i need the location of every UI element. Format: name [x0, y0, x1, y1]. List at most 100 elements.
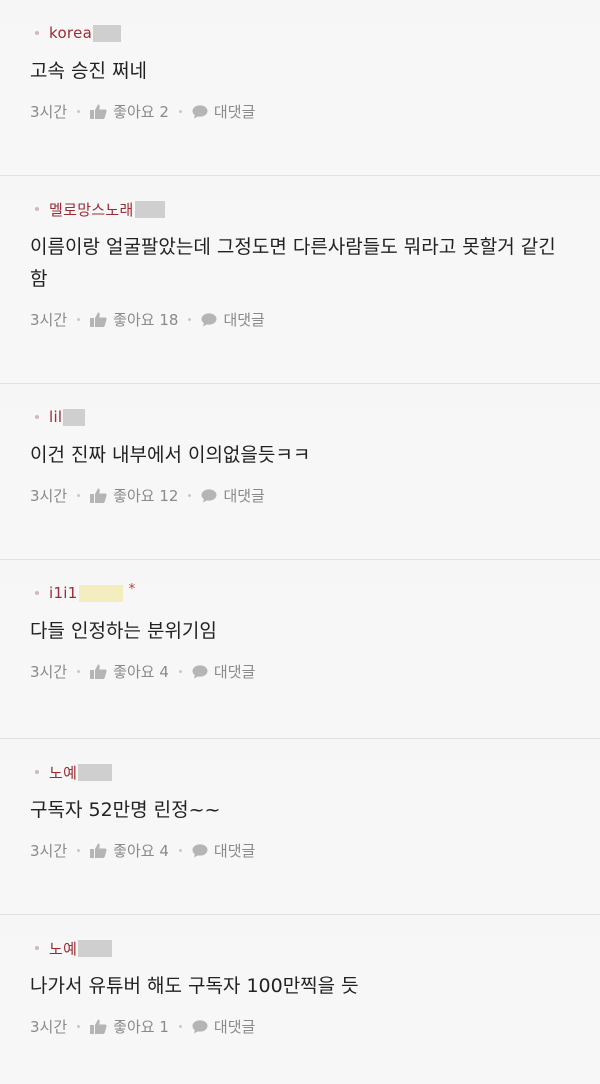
- speech-bubble-icon: [201, 488, 217, 503]
- speech-bubble-icon: [192, 1019, 208, 1034]
- redaction-mask: [134, 200, 165, 218]
- comment-body: 이건 진짜 내부에서 이의없을듯ㅋㅋ: [30, 444, 311, 466]
- comment-author[interactable]: 노예: [49, 938, 77, 959]
- comment-author-row: i1i1 *: [30, 581, 600, 603]
- thumbs-up-icon: [90, 488, 107, 503]
- reply-label: 대댓글: [213, 1018, 256, 1036]
- meta-separator: [178, 110, 182, 113]
- comment-meta: 3시간 좋아요 12 대댓글: [30, 485, 600, 506]
- like-count: 18: [159, 310, 179, 329]
- like-button[interactable]: 좋아요 4: [90, 661, 169, 682]
- like-count: 12: [159, 486, 179, 505]
- meta-separator: [178, 1025, 182, 1028]
- reply-button[interactable]: 대댓글: [192, 840, 255, 861]
- like-button[interactable]: 좋아요 2: [90, 101, 169, 122]
- meta-separator: [77, 849, 81, 852]
- reply-button[interactable]: 대댓글: [201, 309, 265, 330]
- reply-label: 대댓글: [213, 842, 256, 860]
- thumbs-up-icon: [90, 1019, 107, 1034]
- meta-separator: [77, 110, 81, 113]
- comment-author[interactable]: 노예: [49, 762, 77, 783]
- comment-author[interactable]: korea: [49, 24, 92, 42]
- like-label: 좋아요: [113, 487, 155, 505]
- comment-meta: 3시간 좋아요 18 대댓글: [30, 309, 600, 330]
- comment-body: 다들 인정하는 분위기임: [30, 620, 217, 642]
- meta-separator: [188, 318, 192, 321]
- meta-separator: [77, 494, 81, 497]
- comment-author-row: lil: [30, 407, 600, 427]
- comment-author-row: korea: [30, 23, 600, 43]
- comment-body: 나가서 유튜버 해도 구독자 100만찍을 듯: [30, 975, 359, 997]
- comment-item: lil 이건 진짜 내부에서 이의없을듯ㅋㅋ 3시간 좋아요 12 대댓글: [0, 407, 600, 560]
- redaction-mask: [93, 24, 122, 42]
- comment-item: 노예 나가서 유튜버 해도 구독자 100만찍을 듯 3시간 좋아요 1 대댓글: [0, 938, 600, 1084]
- reply-label: 대댓글: [223, 311, 265, 329]
- like-button[interactable]: 좋아요 4: [90, 840, 169, 861]
- reply-label: 대댓글: [213, 663, 256, 681]
- meta-separator: [77, 318, 81, 321]
- thumbs-up-icon: [90, 312, 107, 327]
- thumbs-up-icon: [90, 104, 107, 119]
- comment-author-row: 노예: [30, 938, 600, 958]
- author-bullet-icon: [35, 415, 39, 419]
- meta-separator: [77, 670, 81, 673]
- author-bullet-icon: [35, 591, 39, 595]
- comment-author-row: 노예: [30, 762, 600, 782]
- meta-separator: [188, 494, 192, 497]
- author-bullet-icon: [35, 770, 39, 774]
- like-button[interactable]: 좋아요 12: [90, 485, 178, 506]
- comment-meta: 3시간 좋아요 4 대댓글: [30, 840, 600, 861]
- redaction-mask: [78, 763, 113, 781]
- reply-label: 대댓글: [223, 487, 265, 505]
- redaction-mask: [63, 408, 86, 426]
- like-count: 4: [159, 841, 169, 860]
- comment-author[interactable]: i1i1: [49, 584, 78, 602]
- comment-item: 멜로망스노래 이름이랑 얼굴팔았는데 그정도면 다른사람들도 뭐라고 못할거 같…: [0, 199, 600, 384]
- comment-item: 노예 구독자 52만명 린정~~ 3시간 좋아요 4 대댓글: [0, 762, 600, 915]
- like-label: 좋아요: [113, 1018, 155, 1036]
- comment-meta: 3시간 좋아요 1 대댓글: [30, 1016, 600, 1037]
- comment-body: 구독자 52만명 린정~~: [30, 799, 221, 821]
- reply-button[interactable]: 대댓글: [192, 1016, 255, 1037]
- like-label: 좋아요: [113, 311, 155, 329]
- thumbs-up-icon: [90, 664, 107, 679]
- comment-time: 3시간: [30, 103, 68, 121]
- reply-button[interactable]: 대댓글: [201, 485, 265, 506]
- reply-button[interactable]: 대댓글: [192, 661, 255, 682]
- speech-bubble-icon: [192, 664, 208, 679]
- comment-time: 3시간: [30, 842, 68, 860]
- comment-time: 3시간: [30, 487, 68, 505]
- like-button[interactable]: 좋아요 18: [90, 309, 178, 330]
- speech-bubble-icon: [192, 104, 208, 119]
- like-button[interactable]: 좋아요 1: [90, 1016, 169, 1037]
- comment-meta: 3시간 좋아요 2 대댓글: [30, 101, 600, 122]
- comment-item: korea 고속 승진 쩌네 3시간 좋아요 2 대댓글: [0, 23, 600, 176]
- comment-time: 3시간: [30, 663, 68, 681]
- comment-author[interactable]: 멜로망스노래: [49, 199, 134, 220]
- comment-list: korea 고속 승진 쩌네 3시간 좋아요 2 대댓글 멜로망스노래 이름이랑…: [0, 23, 600, 1084]
- redaction-mask: [78, 939, 113, 957]
- author-bullet-icon: [35, 207, 39, 211]
- like-label: 좋아요: [113, 103, 155, 121]
- comment-time: 3시간: [30, 1018, 68, 1036]
- comment-item: i1i1 * 다들 인정하는 분위기임 3시간 좋아요 4 대댓글: [0, 581, 600, 739]
- comment-author[interactable]: lil: [49, 408, 62, 426]
- comment-time: 3시간: [30, 311, 68, 329]
- like-count: 2: [159, 102, 169, 121]
- speech-bubble-icon: [201, 312, 217, 327]
- meta-separator: [178, 849, 182, 852]
- comment-body: 고속 승진 쩌네: [30, 60, 147, 82]
- like-label: 좋아요: [113, 842, 155, 860]
- like-count: 4: [159, 662, 169, 681]
- comment-body: 이름이랑 얼굴팔았는데 그정도면 다른사람들도 뭐라고 못할거 같긴함: [30, 236, 556, 290]
- comment-author-row: 멜로망스노래: [30, 199, 600, 219]
- reply-button[interactable]: 대댓글: [192, 101, 255, 122]
- thumbs-up-icon: [90, 843, 107, 858]
- speech-bubble-icon: [192, 843, 208, 858]
- redaction-mask: [78, 584, 123, 602]
- comment-meta: 3시간 좋아요 4 대댓글: [30, 661, 600, 682]
- like-label: 좋아요: [113, 663, 155, 681]
- like-count: 1: [159, 1017, 169, 1036]
- author-mark: *: [128, 581, 136, 597]
- author-bullet-icon: [35, 946, 39, 950]
